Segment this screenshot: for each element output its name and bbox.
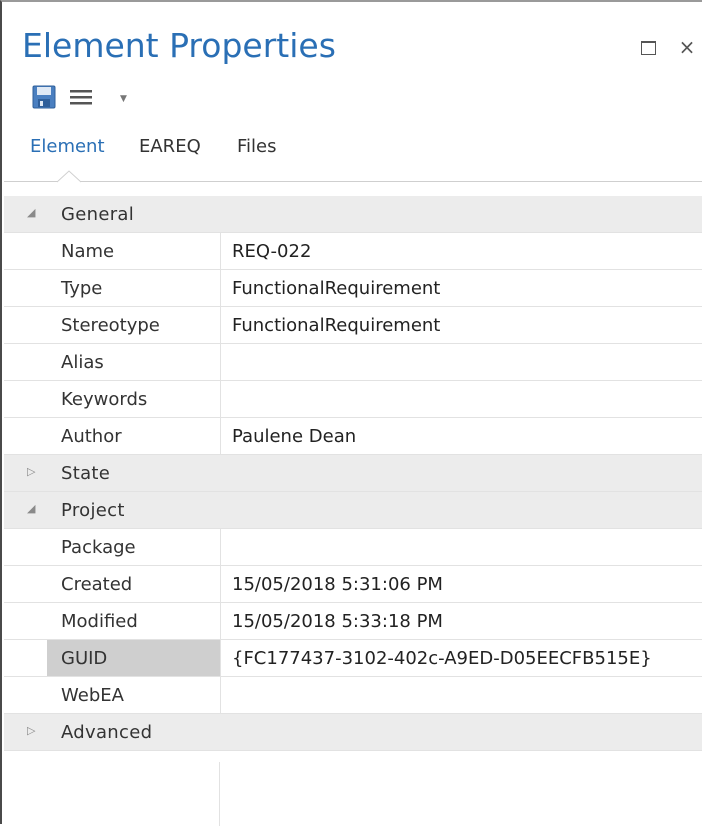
property-row-guid[interactable]: GUID {FC177437-3102-402c-A9ED-D05EECFB51… [4, 640, 702, 677]
property-name: Type [47, 270, 221, 306]
group-label: Advanced [61, 722, 153, 743]
property-name: Stereotype [47, 307, 221, 343]
property-name: Package [47, 529, 221, 565]
property-row-created[interactable]: Created 15/05/2018 5:31:06 PM [4, 566, 702, 603]
property-name: GUID [47, 640, 221, 676]
maximize-button[interactable] [636, 35, 660, 59]
property-row-keywords[interactable]: Keywords [4, 381, 702, 418]
close-icon: × [678, 35, 696, 59]
group-advanced[interactable]: ▷ Advanced [4, 714, 702, 751]
element-properties-window: Element Properties × ▼ Element EAREQ Fil [0, 0, 702, 826]
save-icon[interactable] [32, 85, 56, 109]
menu-icon[interactable] [70, 89, 92, 105]
group-general[interactable]: ◢ General [4, 196, 702, 233]
window-title: Element Properties [22, 26, 336, 65]
property-value[interactable]: Paulene Dean [232, 426, 356, 447]
property-row-stereotype[interactable]: Stereotype FunctionalRequirement [4, 307, 702, 344]
property-row-alias[interactable]: Alias [4, 344, 702, 381]
property-name: Modified [47, 603, 221, 639]
collapsed-icon[interactable]: ▷ [27, 724, 35, 737]
property-value[interactable]: 15/05/2018 5:31:06 PM [232, 574, 443, 595]
close-button[interactable]: × [675, 35, 699, 59]
group-label: Project [61, 500, 125, 521]
property-value[interactable]: {FC177437-3102-402c-A9ED-D05EECFB515E} [232, 648, 652, 669]
property-name: Created [47, 566, 221, 602]
property-name: Author [47, 418, 221, 454]
property-row-type[interactable]: Type FunctionalRequirement [4, 270, 702, 307]
property-name: WebEA [47, 677, 221, 713]
column-divider [219, 762, 220, 826]
tab-element[interactable]: Element [30, 136, 105, 157]
property-name: Keywords [47, 381, 221, 417]
property-name: Alias [47, 344, 221, 380]
property-value[interactable]: FunctionalRequirement [232, 315, 440, 336]
group-state[interactable]: ▷ State [4, 455, 702, 492]
property-row-modified[interactable]: Modified 15/05/2018 5:33:18 PM [4, 603, 702, 640]
tab-files[interactable]: Files [237, 136, 277, 157]
group-label: General [61, 204, 135, 225]
maximize-icon [640, 41, 656, 55]
property-value[interactable]: REQ-022 [232, 241, 311, 262]
expanded-icon[interactable]: ◢ [27, 502, 35, 515]
group-label: State [61, 463, 111, 484]
property-row-name[interactable]: Name REQ-022 [4, 233, 702, 270]
expanded-icon[interactable]: ◢ [27, 206, 35, 219]
property-name: Name [47, 233, 221, 269]
tab-eareq[interactable]: EAREQ [139, 136, 201, 157]
chevron-down-icon[interactable]: ▼ [120, 94, 127, 104]
group-project[interactable]: ◢ Project [4, 492, 702, 529]
property-value[interactable]: FunctionalRequirement [232, 278, 440, 299]
tab-underline [4, 181, 702, 182]
active-tab-indicator [57, 170, 81, 183]
property-value[interactable]: 15/05/2018 5:33:18 PM [232, 611, 443, 632]
collapsed-icon[interactable]: ▷ [27, 465, 35, 478]
property-row-author[interactable]: Author Paulene Dean [4, 418, 702, 455]
property-row-package[interactable]: Package [4, 529, 702, 566]
property-row-webea[interactable]: WebEA [4, 677, 702, 714]
